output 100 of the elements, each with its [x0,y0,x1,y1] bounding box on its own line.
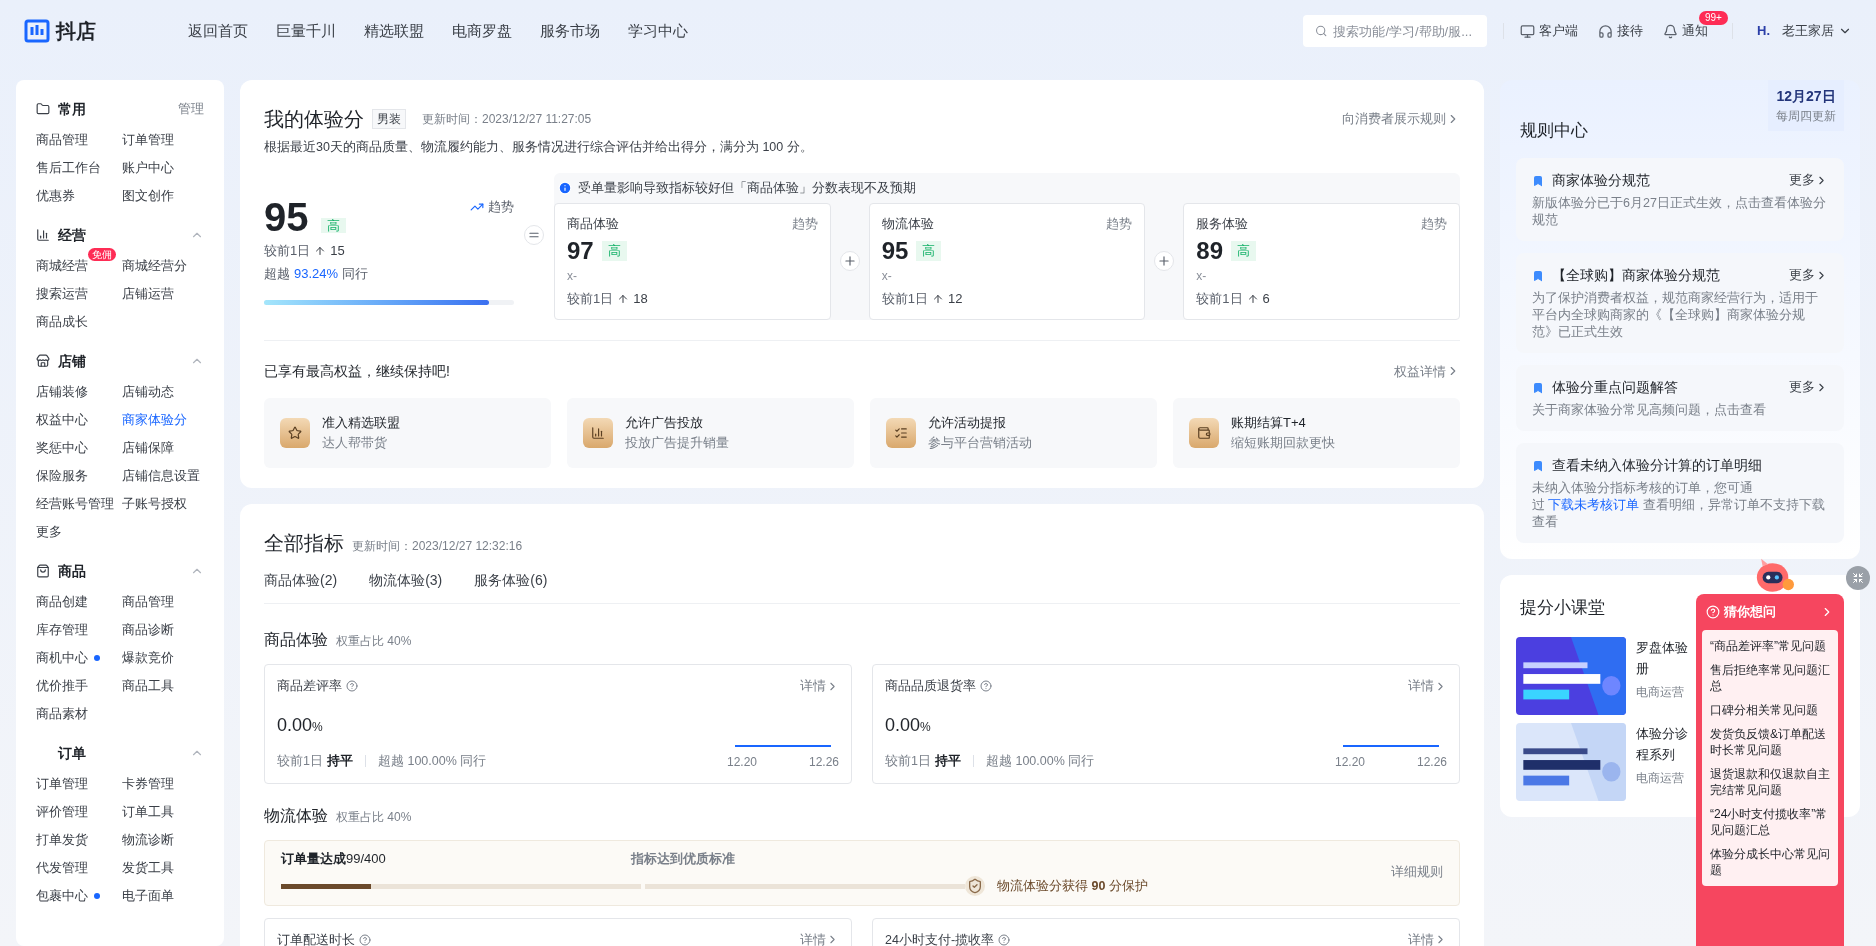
more-link[interactable]: 更多 [1789,171,1828,190]
menu-item[interactable]: 奖惩中心 [36,438,88,458]
benefit-subtitle: 投放广告提升销量 [625,435,729,453]
faq-item[interactable]: “商品差评率”常见问题 [1710,638,1830,654]
nav-link[interactable]: 服务市场 [540,19,600,43]
detail-link[interactable]: 详情 [800,676,839,696]
trend-link[interactable]: 趋势 [791,213,818,234]
menu-item[interactable]: 搜索运营 [36,284,88,304]
sub-score-note: x- [1196,268,1208,286]
rule-card[interactable]: 商家体验分规范 更多 新版体验分已于6月27日正式生效，点击查看体验分规范 [1516,158,1844,241]
benefit-title: 准入精选联盟 [322,413,400,432]
metric-tab[interactable]: 服务体验(6) [474,569,548,591]
faq-item[interactable]: 口碑分相关常见问题 [1710,702,1830,718]
faq-item[interactable]: 退货退款和仅退款自主完结常见问题 [1710,766,1830,798]
quality-standard-text: 指标达到优质标准 [631,849,735,868]
trend-link[interactable]: 趋势 [1421,213,1447,234]
bell-icon [1663,23,1678,39]
lesson-title[interactable]: 册 [1636,658,1649,679]
toolbar-link[interactable]: 接待 [1617,21,1643,41]
trend-link[interactable]: 趋势 [1106,213,1133,234]
menu-item[interactable]: 优惠券 [36,186,75,206]
nav-link[interactable]: 电商罗盘 [452,19,512,43]
detail-link[interactable]: 详情 [800,930,839,946]
account-menu[interactable]: 老王家居 [1782,21,1852,41]
nav-link[interactable]: 精选联盟 [364,19,424,43]
menu-item[interactable]: 店铺信息设置 [122,466,200,486]
menu-item[interactable]: 图文创作 [122,186,174,206]
faq-item[interactable]: “24小时支付揽收率”常见问题汇总 [1710,806,1830,838]
benefits-link[interactable]: 权益详情 [1394,361,1460,381]
faq-item[interactable]: 发货负反馈&订单配送时长常见问题 [1710,726,1830,758]
menu-item[interactable]: 商机中心 [36,648,88,668]
menu-item[interactable]: 店铺装修 [36,382,88,402]
menu-item[interactable]: 经营账号管理 [36,494,114,514]
menu-item[interactable]: 爆款竞价 [122,648,174,668]
rule-card[interactable]: 【全球购】商家体验分规范 更多 为了保护消费者权益，规范商家经营行为，适用于平台内全球购商家的《【全球购】商家体验分规范》已正式生效 [1516,253,1844,353]
menu-item[interactable]: 商城经营 [36,256,88,276]
toolbar-link[interactable]: 客户端 [1539,21,1578,41]
lesson-title[interactable]: 罗盘体验 [1636,637,1688,658]
detail-link[interactable]: 详情 [1408,930,1447,946]
app-logo-text: 抖店 [56,19,96,44]
lesson-title[interactable]: 程系列 [1636,744,1675,765]
trend-link[interactable]: 趋势 [470,196,514,217]
menu-item[interactable]: 商品创建 [36,592,88,612]
menu-item[interactable]: 卡券管理 [122,774,174,794]
rule-link[interactable]: 向消费者展示规则 [1342,109,1460,129]
menu-item[interactable]: 商品管理 [122,592,174,612]
rules-detail-link[interactable]: 详细规则 [1391,863,1443,882]
menu-item[interactable]: 电子面单 [122,886,174,906]
section-title: 店铺 [58,351,86,371]
menu-item[interactable]: 保险服务 [36,466,88,486]
menu-item[interactable]: 商品管理 [36,130,88,150]
metric-tab[interactable]: 物流体验(3) [369,569,443,591]
menu-item[interactable]: 订单工具 [122,802,174,822]
menu-item[interactable]: 店铺运营 [122,284,174,304]
menu-item[interactable]: 店铺动态 [122,382,174,402]
manage-link[interactable]: 管理 [178,99,204,119]
menu-item[interactable]: 商家体验分 [122,410,187,430]
menu-item[interactable]: 商城经营分 [122,256,187,276]
menu-item[interactable]: 优价推手 [36,676,88,696]
rule-card[interactable]: 体验分重点问题解答 更多 关于商家体验分常见高频问题，点击查看 [1516,365,1844,431]
metric-tab[interactable]: 商品体验(2) [264,569,338,591]
rule-description: 为了保护消费者权益，规范商家经营行为，适用于平台内全球购商家的《【全球购】商家体验分规范》已正式生效 [1532,290,1819,341]
rule-card[interactable]: 查看未纳入体验分计算的订单明细 未纳入体验分指标考核的订单，您可通过 下载未考核订单 查看明细，异常订单不支持下载查看 [1516,443,1844,543]
menu-item[interactable]: 订单管理 [122,130,174,150]
menu-item[interactable]: 库存管理 [36,620,88,640]
more-link[interactable]: 更多 [1789,266,1828,285]
minimize-button[interactable] [1846,566,1870,590]
menu-item[interactable]: 商品诊断 [122,620,174,640]
shield-icon [965,876,985,897]
menu-item[interactable]: 包裹中心 [36,886,88,906]
menu-item[interactable]: 商品素材 [36,704,88,724]
menu-item[interactable]: 代发管理 [36,858,88,878]
menu-item[interactable]: 订单管理 [36,774,88,794]
sub-score-note: x- [881,268,893,286]
nav-link[interactable]: 返回首页 [188,19,248,43]
menu-item[interactable]: 打单发货 [36,830,88,850]
more-link[interactable]: 更多 [1789,378,1828,397]
menu-item[interactable]: 发货工具 [122,858,174,878]
help-icon [346,680,358,693]
menu-item[interactable]: 更多 [36,522,62,542]
menu-item[interactable]: 店铺保障 [122,438,174,458]
faq-item[interactable]: 体验分成长中心常见问题 [1710,846,1830,878]
menu-item[interactable]: 商品成长 [36,312,88,332]
menu-item[interactable]: 售后工作台 [36,158,101,178]
beat-text: 超越 100.00% 同行 [985,752,1095,770]
menu-item[interactable]: 商品工具 [122,676,174,696]
download-link[interactable]: 下载未考核订单 [1545,498,1643,512]
lesson-title[interactable]: 体验分诊 [1636,723,1688,744]
detail-link[interactable]: 详情 [1408,676,1447,696]
menu-item[interactable]: 评价管理 [36,802,88,822]
nav-link[interactable]: 学习中心 [628,19,688,43]
search-box[interactable]: 搜索功能/学习/帮助/服... [1303,15,1487,47]
menu-item[interactable]: 账户中心 [122,158,174,178]
menu-item[interactable]: 子账号授权 [122,494,187,514]
menu-item[interactable]: 权益中心 [36,410,88,430]
nav-link[interactable]: 巨量千川 [276,19,336,43]
document-icon [1532,269,1544,282]
search-field[interactable]: 搜索功能/学习/帮助/服... [1333,15,1475,47]
faq-item[interactable]: 售后拒绝率常见问题汇总 [1710,662,1830,694]
menu-item[interactable]: 物流诊断 [122,830,174,850]
